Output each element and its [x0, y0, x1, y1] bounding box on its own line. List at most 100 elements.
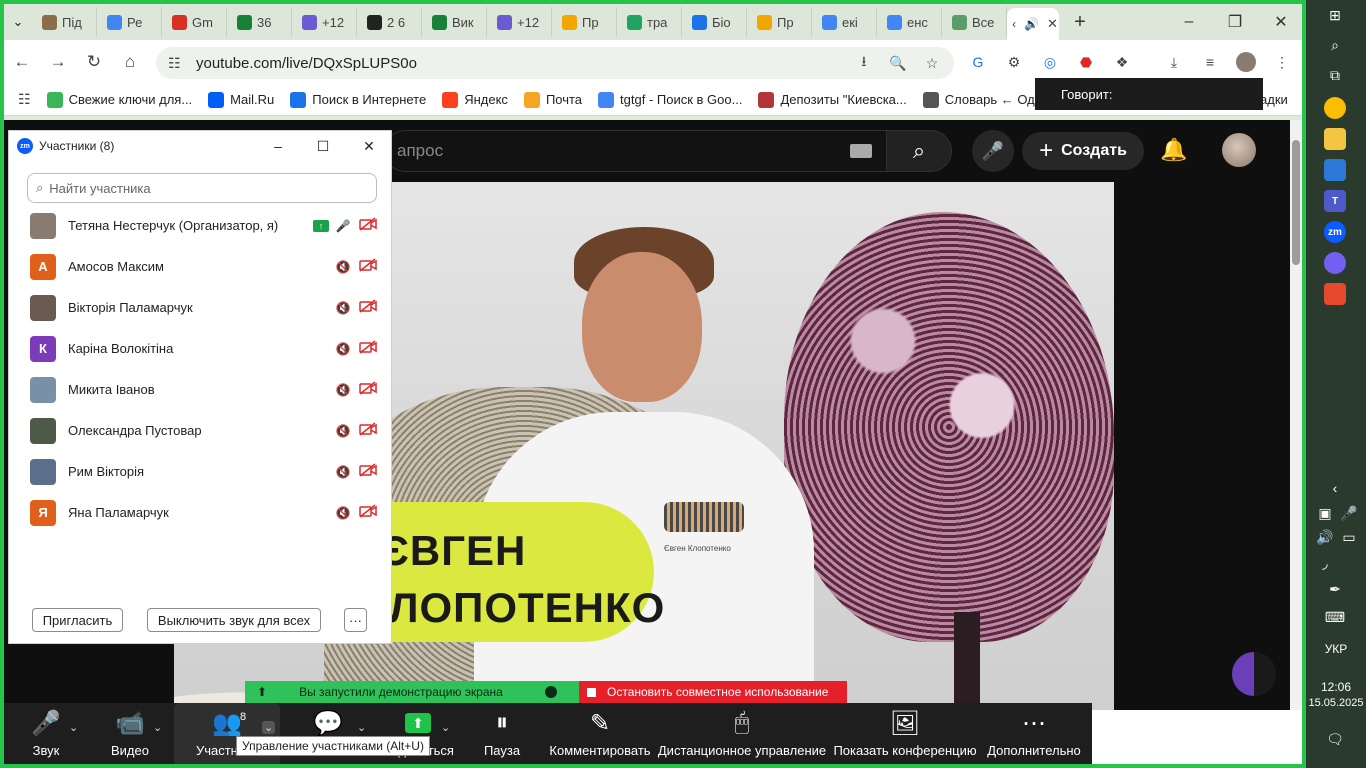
keyboard-icon[interactable]	[850, 144, 872, 158]
mic-muted-icon[interactable]: 🔇	[335, 260, 351, 274]
toolbar-more-button[interactable]: ⋯ Дополнительно	[986, 703, 1082, 768]
browser-tab[interactable]: Під	[32, 7, 97, 37]
extensions-puzzle-icon[interactable]: ❖	[1112, 52, 1132, 72]
video-off-icon[interactable]	[359, 463, 377, 480]
toolbar-show-meeting-button[interactable]: 🖼 Показать конференцию	[833, 703, 976, 768]
forward-arrow-icon[interactable]: →	[46, 50, 70, 74]
translate-icon[interactable]: G	[968, 52, 988, 72]
participant-row[interactable]: А Амосов Максим 🔇	[9, 246, 391, 287]
teams-app-icon[interactable]: T	[1324, 190, 1346, 212]
toolbar-mouse-button[interactable]: 🖱 Дистанционное управление	[658, 703, 826, 768]
search-icon[interactable]: ⌕	[1324, 34, 1346, 56]
browser-tab[interactable]: тра	[617, 7, 682, 37]
close-window-button[interactable]: ✕	[1258, 4, 1304, 40]
participant-row[interactable]: Вікторія Паламарчук 🔇	[9, 287, 391, 328]
video-off-icon[interactable]	[359, 217, 377, 234]
file-explorer-icon[interactable]	[1324, 128, 1346, 150]
media-control-icon[interactable]: ≡	[1200, 52, 1220, 72]
browser-tab[interactable]: Біо	[682, 7, 747, 37]
zoom-magnifier-icon[interactable]: 🔍	[888, 53, 908, 73]
home-icon[interactable]: ⌂	[118, 50, 142, 74]
browser-tab[interactable]: Gm	[162, 7, 227, 37]
create-button[interactable]: + Создать	[1022, 132, 1144, 170]
voice-search-mic-icon[interactable]: 🎤	[972, 130, 1014, 172]
mic-muted-icon[interactable]: 🔇	[335, 424, 351, 438]
phone-link-icon[interactable]: ▣	[1314, 502, 1336, 524]
toolbar-video-off-button[interactable]: 📹 Видео	[100, 703, 160, 768]
restore-window-button[interactable]: ❐	[1212, 4, 1258, 40]
browser-tab[interactable]: +12	[487, 7, 552, 37]
chrome-app-icon[interactable]	[1324, 97, 1346, 119]
tab-active[interactable]: ‹ 🔊 ✕	[1007, 8, 1059, 40]
participant-row[interactable]: Микита Іванов 🔇	[9, 369, 391, 410]
chat-options-caret-icon[interactable]: ⌄	[357, 721, 366, 734]
video-off-icon[interactable]	[359, 258, 377, 275]
panel-maximize-button[interactable]: ☐	[312, 135, 334, 157]
screenshot-app-icon[interactable]	[1324, 283, 1346, 305]
browser-tab[interactable]: +12	[292, 7, 357, 37]
install-app-icon[interactable]: ⭳	[854, 53, 874, 73]
address-bar[interactable]: ☷ youtube.com/live/DQxSpLUPS0o ⭳ 🔍 ☆	[156, 47, 954, 79]
ms-store-icon[interactable]	[1324, 159, 1346, 181]
zoom-app-icon[interactable]: zm	[1324, 221, 1346, 243]
tab-search-icon[interactable]: ⌄	[4, 8, 32, 36]
url-text[interactable]: youtube.com/live/DQxSpLUPS0o	[196, 55, 417, 72]
bookmark-item[interactable]: tgtgf - Поиск в Goo...	[598, 91, 742, 108]
download-icon[interactable]: ⤓	[1164, 52, 1184, 72]
clock-date[interactable]: 15.05.2025	[1306, 697, 1366, 709]
more-options-button[interactable]: ···	[344, 608, 367, 632]
video-off-icon[interactable]	[359, 340, 377, 357]
browser-tab[interactable]: 2 6	[357, 7, 422, 37]
participant-search-input[interactable]	[49, 180, 350, 196]
toolbar-pencil-button[interactable]: ✎ Комментировать	[548, 703, 652, 768]
toolbar-microphone-button[interactable]: 🎤 Звук	[16, 703, 76, 768]
task-view-icon[interactable]: ⧉	[1324, 64, 1346, 86]
video-off-icon[interactable]	[359, 422, 377, 439]
video-off-icon[interactable]	[359, 504, 377, 521]
browser-tab[interactable]: Ре	[97, 7, 162, 37]
bookmark-item[interactable]: Поиск в Интернете	[290, 91, 426, 108]
video-options-caret-icon[interactable]: ⌄	[153, 721, 162, 734]
browser-tab[interactable]: Вик	[422, 7, 487, 37]
participant-search[interactable]: ⌕	[27, 173, 377, 203]
minimize-window-button[interactable]: ‒	[1166, 4, 1212, 40]
extension-gear-icon[interactable]: ⚙	[1004, 52, 1024, 72]
viber-app-icon[interactable]	[1324, 252, 1346, 274]
pen-icon[interactable]: ✒	[1324, 578, 1346, 600]
scrollbar-thumb[interactable]	[1292, 140, 1300, 265]
bookmarks-overflow[interactable]: адки	[1260, 92, 1288, 107]
browser-tab[interactable]: Все	[942, 7, 1007, 37]
keyboard-icon[interactable]: ⌨	[1324, 606, 1346, 628]
browser-tab[interactable]: 36	[227, 7, 292, 37]
bookmark-item[interactable]: Mail.Ru	[208, 91, 274, 108]
browser-tab[interactable]: Пр	[552, 7, 617, 37]
notifications-bell-icon[interactable]: 🔔	[1160, 137, 1187, 163]
audio-options-caret-icon[interactable]: ⌄	[69, 721, 78, 734]
reload-icon[interactable]: ↻	[82, 50, 106, 74]
mute-all-button[interactable]: Выключить звук для всех	[147, 608, 321, 632]
apps-grid-icon[interactable]: ☷	[18, 91, 31, 108]
participants-options-caret-icon[interactable]: ⌄	[262, 721, 276, 734]
mic-muted-icon[interactable]: 🔇	[335, 465, 351, 479]
mic-muted-icon[interactable]: 🔇	[335, 342, 351, 356]
microphone-tray-icon[interactable]: 🎤	[1338, 502, 1360, 524]
wifi-icon[interactable]: ◞	[1314, 552, 1336, 574]
share-options-caret-icon[interactable]: ⌄	[441, 721, 450, 734]
stop-sharing-button[interactable]: Остановить совместное использование	[579, 681, 847, 703]
close-tab-icon[interactable]: ✕	[1047, 16, 1058, 32]
panel-minimize-button[interactable]: ‒	[267, 135, 289, 157]
input-language[interactable]: УКР	[1306, 642, 1366, 656]
participant-row[interactable]: Рим Вікторія 🔇	[9, 451, 391, 492]
browser-tab[interactable]: Пр	[747, 7, 812, 37]
mic-muted-icon[interactable]: 🔇	[335, 383, 351, 397]
bookmark-star-icon[interactable]: ☆	[922, 53, 942, 73]
battery-icon[interactable]: ▭	[1338, 526, 1360, 548]
profile-avatar[interactable]	[1236, 52, 1256, 72]
participant-row[interactable]: Я Яна Паламарчук 🔇	[9, 492, 391, 533]
windows-start-icon[interactable]: ⊞	[1324, 4, 1346, 26]
youtube-search-button[interactable]: ⌕	[886, 130, 952, 172]
notifications-icon[interactable]: 🗨	[1324, 728, 1346, 750]
chevron-left-icon[interactable]: ‹	[1324, 477, 1346, 499]
participant-row[interactable]: Тетяна Нестерчук (Организатор, я) ↑ 🎤	[9, 205, 391, 246]
participant-row[interactable]: К Каріна Волокітіна 🔇	[9, 328, 391, 369]
